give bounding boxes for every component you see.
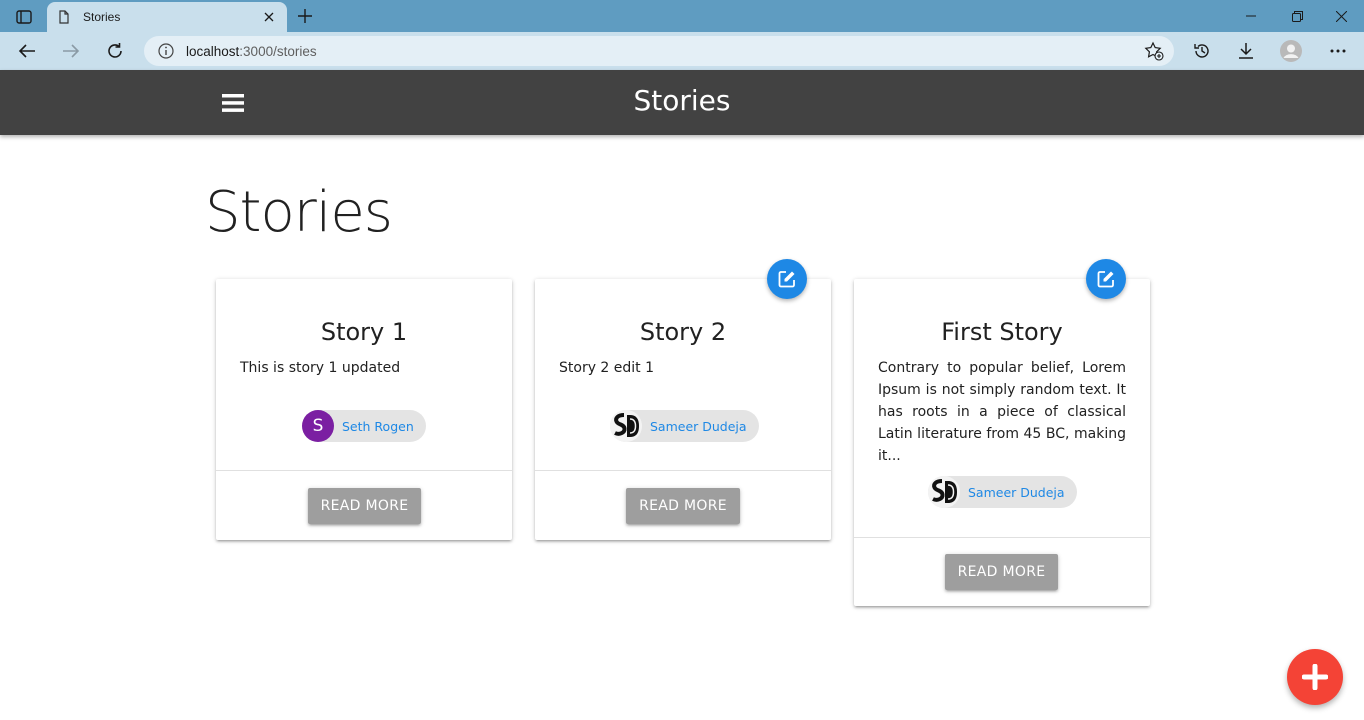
app-bar-title: Stories — [633, 84, 731, 117]
history-icon — [1194, 44, 1209, 58]
address-bar[interactable]: localhost:3000/stories — [144, 36, 1174, 66]
edit-story-button[interactable] — [767, 259, 807, 299]
edit-icon — [1097, 271, 1114, 288]
url-path: :3000/stories — [239, 43, 317, 59]
edit-story-button[interactable] — [1086, 259, 1126, 299]
story-title: Story 2 — [639, 318, 727, 346]
url-text[interactable]: localhost:3000/stories — [186, 44, 1144, 59]
story-title: Story 1 — [320, 318, 408, 346]
forward-button[interactable] — [56, 36, 86, 66]
avatar: S — [302, 410, 334, 442]
restore-icon — [1291, 10, 1303, 22]
story-card: Story 1 This is story 1 updated S Seth R… — [216, 279, 512, 540]
sd-logo-icon — [928, 476, 960, 508]
page-icon — [57, 10, 71, 24]
story-text: This is story 1 updated — [240, 360, 401, 376]
back-arrow-icon — [18, 44, 35, 58]
downloads-button[interactable] — [1235, 40, 1257, 62]
page-title: Stories — [205, 180, 393, 245]
read-more-button[interactable]: READ MORE — [308, 488, 421, 524]
add-story-button[interactable] — [1287, 649, 1343, 705]
card-divider — [854, 537, 1150, 538]
app-bar: Stories — [0, 70, 1364, 135]
download-icon — [1239, 43, 1253, 59]
story-text: Contrary to popular belief, Lorem Ipsum … — [878, 360, 1126, 464]
new-tab-button[interactable] — [292, 4, 318, 28]
url-host: localhost — [186, 43, 240, 59]
history-button[interactable] — [1191, 40, 1213, 62]
site-info-icon[interactable] — [158, 43, 174, 59]
add-favorite-icon[interactable] — [1144, 41, 1164, 61]
story-title: First Story — [941, 318, 1063, 346]
author-chip[interactable]: S Seth Rogen — [302, 410, 426, 442]
minimize-icon — [1246, 15, 1256, 17]
sd-logo-icon — [610, 410, 642, 442]
author-name: Seth Rogen — [342, 418, 414, 434]
refresh-icon — [108, 43, 122, 58]
plus-icon — [298, 9, 312, 23]
story-card: First Story Contrary to popular belief, … — [854, 279, 1150, 606]
browser-titlebar: Stories — [0, 0, 1364, 32]
close-window-button[interactable] — [1318, 0, 1364, 32]
back-button[interactable] — [12, 36, 42, 66]
read-more-button[interactable]: READ MORE — [626, 488, 740, 524]
forward-arrow-icon — [63, 44, 80, 58]
tab-title: Stories — [83, 10, 121, 24]
browser-tab[interactable]: Stories — [47, 2, 287, 32]
card-divider — [535, 470, 831, 471]
story-card: Story 2 Story 2 edit 1 Sameer Dudeja REA… — [535, 279, 831, 540]
tab-actions-icon — [16, 10, 32, 24]
story-text: Story 2 edit 1 — [559, 360, 655, 376]
settings-more-button[interactable] — [1327, 40, 1349, 62]
profile-button[interactable] — [1280, 40, 1302, 62]
author-name: Sameer Dudeja — [650, 418, 747, 434]
profile-avatar-icon — [1280, 40, 1302, 62]
plus-icon — [1302, 664, 1328, 690]
close-icon — [1335, 10, 1347, 22]
tab-actions-button[interactable] — [10, 6, 38, 28]
browser-toolbar: localhost:3000/stories — [0, 32, 1364, 70]
author-chip[interactable]: Sameer Dudeja — [610, 410, 759, 442]
card-divider — [216, 470, 512, 471]
read-more-button[interactable]: READ MORE — [945, 554, 1058, 590]
tab-close-icon[interactable] — [261, 9, 277, 25]
edit-icon — [778, 271, 795, 288]
minimize-button[interactable] — [1228, 0, 1274, 32]
avatar — [610, 410, 642, 442]
restore-button[interactable] — [1274, 0, 1320, 32]
avatar — [928, 476, 960, 508]
author-name: Sameer Dudeja — [968, 484, 1065, 500]
refresh-button[interactable] — [100, 36, 130, 66]
more-horizontal-icon — [1330, 49, 1346, 53]
author-chip[interactable]: Sameer Dudeja — [928, 476, 1077, 508]
